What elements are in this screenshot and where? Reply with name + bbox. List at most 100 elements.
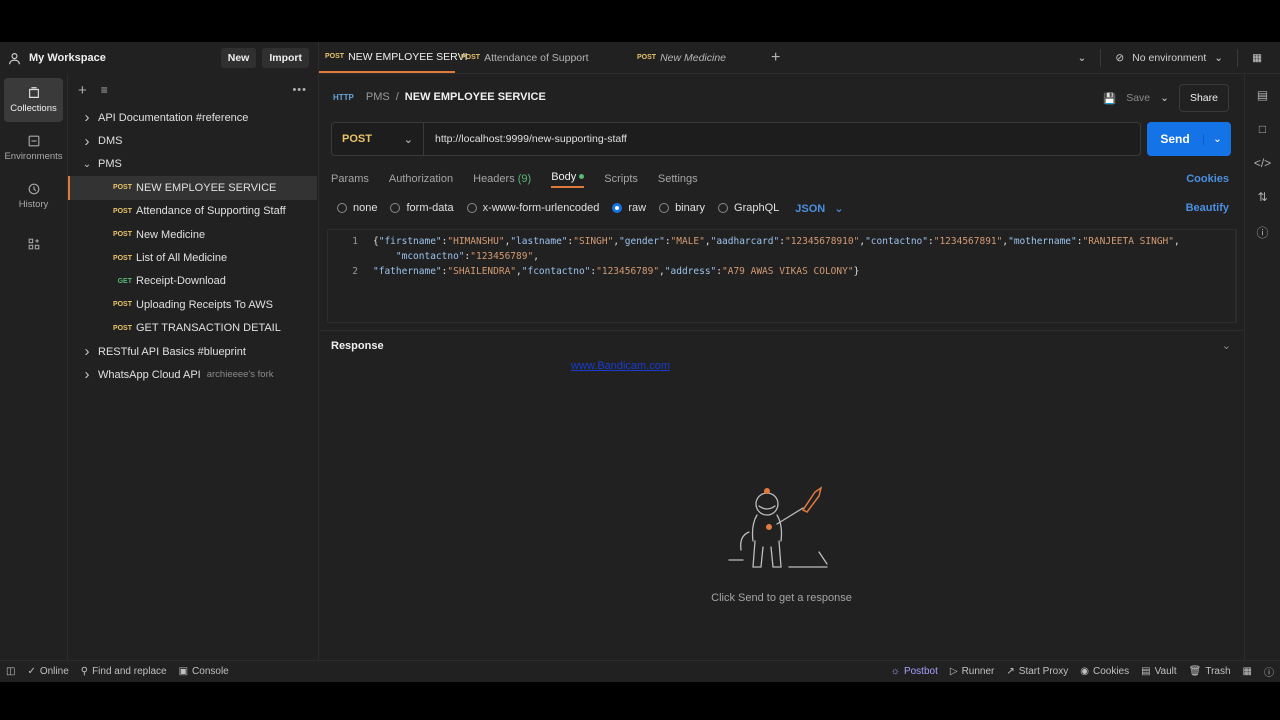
body-option-binary[interactable]: binary: [659, 202, 705, 214]
request-tab[interactable]: POST NEW EMPLOYEE SERVI: [319, 42, 468, 73]
postbot-icon: ☼: [890, 666, 900, 677]
collection-folder[interactable]: › API Documentation #reference: [68, 106, 317, 129]
start-proxy-button[interactable]: ↗ Start Proxy: [1006, 666, 1068, 677]
request-tab[interactable]: POST Attendance of Support: [455, 42, 615, 73]
request-item[interactable]: GET Receipt-Download: [68, 270, 317, 293]
send-button[interactable]: Send: [1147, 132, 1203, 146]
chevron-down-icon[interactable]: ⌄: [80, 159, 94, 170]
chevron-down-icon[interactable]: ⌄: [1222, 339, 1231, 352]
find-replace-button[interactable]: ⚲ Find and replace: [81, 666, 167, 677]
toggle-sidebar-icon[interactable]: ◫: [6, 666, 15, 677]
cookies-button[interactable]: ◉ Cookies: [1080, 666, 1129, 677]
collection-folder[interactable]: ⌄ PMS: [68, 153, 317, 176]
status-label: Start Proxy: [1018, 666, 1069, 677]
runner-icon: ▷: [949, 666, 958, 677]
layout-icon[interactable]: ▦: [1243, 666, 1252, 677]
code-line-1-wrap: "mcontactno":"123456789",: [395, 251, 539, 262]
collection-folder[interactable]: › WhatsApp Cloud API archieeee's fork: [68, 363, 317, 386]
response-header[interactable]: Response ⌄: [319, 330, 1243, 360]
environment-quicklook-icon[interactable]: ▦: [1252, 52, 1262, 64]
request-label: List of All Medicine: [136, 252, 228, 265]
share-button[interactable]: Share: [1178, 84, 1229, 112]
astronaut-illustration-icon: [728, 486, 828, 568]
empty-response-message: Click Send to get a response: [711, 592, 852, 604]
import-button[interactable]: Import: [262, 48, 309, 68]
environment-selector-area: ⌄ ⊘ No environment ⌄ ▦: [1078, 42, 1262, 74]
new-tab-icon[interactable]: +: [757, 42, 794, 73]
tab-scripts[interactable]: Scripts: [604, 173, 638, 185]
body-code-editor[interactable]: 1 {"firstname":"HIMANSHU","lastname":"SI…: [327, 229, 1237, 323]
breadcrumb-collection[interactable]: PMS: [366, 91, 390, 103]
code-icon[interactable]: </>: [1254, 156, 1271, 170]
url-input[interactable]: http://localhost:9999/new-supporting-sta…: [424, 133, 627, 145]
vault-button[interactable]: ▤ Vault: [1141, 666, 1177, 677]
method-label: POST: [342, 133, 372, 145]
new-button[interactable]: New: [220, 48, 257, 68]
more-options-icon[interactable]: •••: [292, 84, 307, 96]
add-collection-icon[interactable]: +: [78, 82, 87, 99]
chevron-right-icon[interactable]: ›: [80, 366, 94, 383]
body-option-form-data[interactable]: form-data: [390, 202, 454, 214]
method-badge: POST: [461, 54, 481, 61]
tab-params[interactable]: Params: [331, 173, 369, 185]
body-indicator-dot: [579, 174, 585, 180]
request-tabs: POST NEW EMPLOYEE SERVI POST Attendance of …: [319, 42, 757, 73]
request-item[interactable]: POST Attendance of Supporting Staff: [68, 200, 317, 223]
send-dropdown-icon[interactable]: ⌄: [1203, 133, 1231, 145]
request-item[interactable]: POST GET TRANSACTION DETAIL: [68, 317, 317, 340]
tab-headers[interactable]: Headers (9): [473, 173, 531, 185]
request-item[interactable]: POST NEW EMPLOYEE SERVICE: [68, 176, 317, 200]
chevron-right-icon[interactable]: ›: [80, 109, 94, 126]
status-label: Cookies: [1092, 666, 1130, 677]
cookies-link[interactable]: Cookies: [1186, 173, 1229, 185]
status-label: Online: [39, 666, 69, 677]
body-format-selector[interactable]: JSON ⌄: [795, 202, 843, 215]
trash-button[interactable]: 🗑 Trash: [1189, 666, 1231, 677]
save-dropdown-icon[interactable]: ⌄: [1160, 92, 1169, 104]
comments-icon[interactable]: □: [1259, 122, 1266, 136]
runner-button[interactable]: ▷ Runner: [950, 666, 995, 677]
method-selector[interactable]: POST ⌄: [332, 123, 424, 155]
collection-folder[interactable]: › DMS: [68, 129, 317, 152]
sidebar-item-history[interactable]: History: [4, 174, 63, 218]
console-button[interactable]: ▣ Console: [179, 666, 229, 677]
recording-watermark: www.Bandicam.com: [571, 360, 671, 372]
save-button[interactable]: Save: [1126, 92, 1150, 104]
right-rail: ▤ □ </> ⇅ ⓘ: [1244, 74, 1280, 660]
environment-dropdown-icon[interactable]: ⌄: [1214, 52, 1223, 64]
chevron-right-icon[interactable]: ›: [80, 133, 94, 150]
request-item[interactable]: POST New Medicine: [68, 223, 317, 246]
fork-label: archieeee's fork: [206, 369, 274, 381]
status-label: Find and replace: [92, 666, 167, 677]
request-name[interactable]: NEW EMPLOYEE SERVICE: [405, 91, 546, 103]
request-item[interactable]: POST List of All Medicine: [68, 246, 317, 269]
body-option-none[interactable]: none: [337, 202, 377, 214]
online-status[interactable]: ✓ Online: [27, 666, 68, 677]
sidebar-item-environments[interactable]: Environments: [4, 126, 63, 170]
body-option-graphql[interactable]: GraphQL: [718, 202, 779, 214]
tab-body[interactable]: Body: [551, 171, 585, 188]
cookie-icon: ◉: [1080, 666, 1089, 677]
postbot-button[interactable]: ☼ Postbot: [891, 666, 938, 677]
related-icon[interactable]: ⇅: [1257, 190, 1267, 204]
request-tab[interactable]: POST New Medicine: [615, 42, 757, 73]
info-icon[interactable]: ⓘ: [1256, 224, 1268, 241]
request-item[interactable]: POST Uploading Receipts To AWS: [68, 293, 317, 316]
tabs-dropdown-icon[interactable]: ⌄: [1078, 52, 1087, 64]
chevron-right-icon[interactable]: ›: [80, 343, 94, 360]
body-option-raw[interactable]: raw: [612, 202, 646, 214]
documentation-icon[interactable]: ▤: [1257, 88, 1268, 102]
environment-selector[interactable]: No environment: [1132, 52, 1206, 64]
tab-authorization[interactable]: Authorization: [389, 173, 453, 185]
save-share-bar: 💾 Save ⌄ Share: [1103, 84, 1229, 112]
filter-icon[interactable]: ≡: [101, 83, 108, 97]
radio-icon: [337, 203, 347, 213]
sidebar-item-collections[interactable]: Collections: [4, 78, 63, 122]
body-option-urlencoded[interactable]: x-www-form-urlencoded: [466, 202, 599, 214]
help-icon[interactable]: ⓘ: [1264, 664, 1274, 679]
sidebar-item-configure[interactable]: [4, 222, 63, 266]
sidebar-toolbar: + ≡ •••: [68, 74, 317, 106]
beautify-button[interactable]: Beautify: [1186, 202, 1229, 214]
tab-settings[interactable]: Settings: [658, 173, 698, 185]
collection-folder[interactable]: › RESTful API Basics #blueprint: [68, 340, 317, 363]
